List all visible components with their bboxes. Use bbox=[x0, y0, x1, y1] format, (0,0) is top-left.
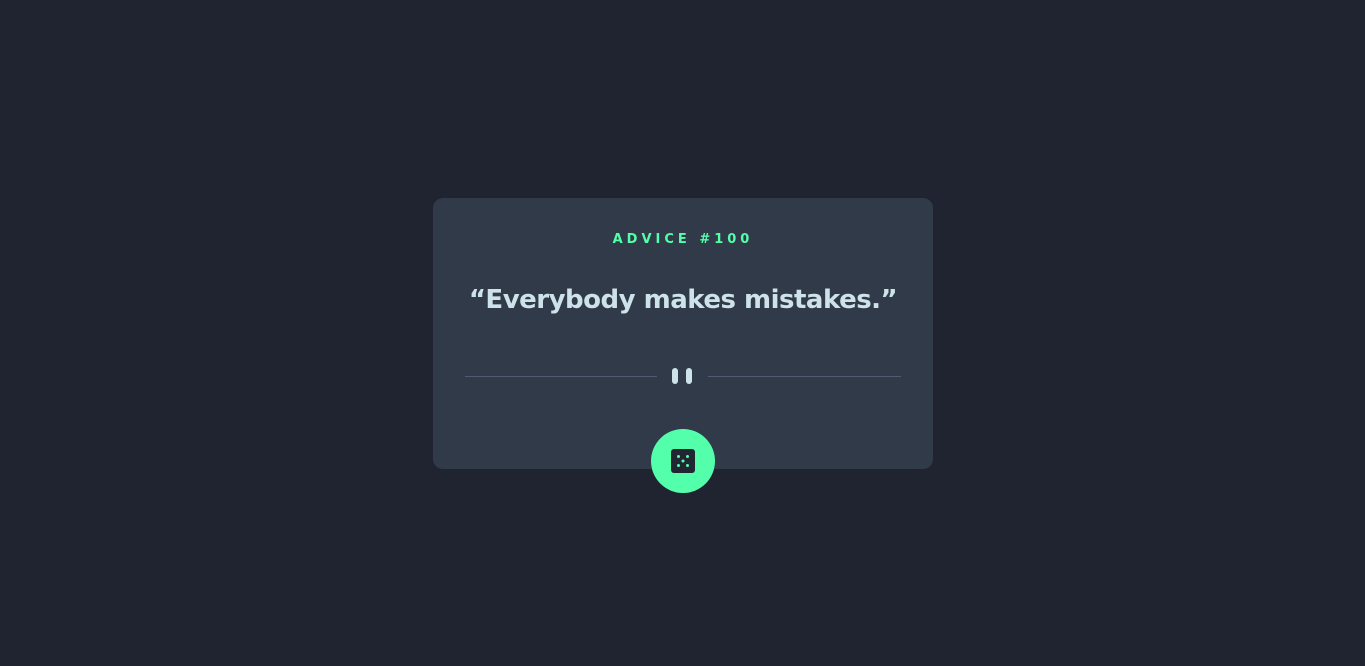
advice-quote: “Everybody makes mistakes.” bbox=[468, 285, 898, 315]
divider-line-left bbox=[465, 376, 657, 377]
pattern-divider bbox=[465, 367, 901, 385]
advice-id-label: ADVICE #100 bbox=[612, 232, 754, 247]
divider-line-right bbox=[708, 376, 901, 377]
dice-icon bbox=[671, 449, 695, 473]
pause-icon bbox=[672, 368, 694, 384]
generate-advice-button[interactable] bbox=[651, 429, 715, 493]
